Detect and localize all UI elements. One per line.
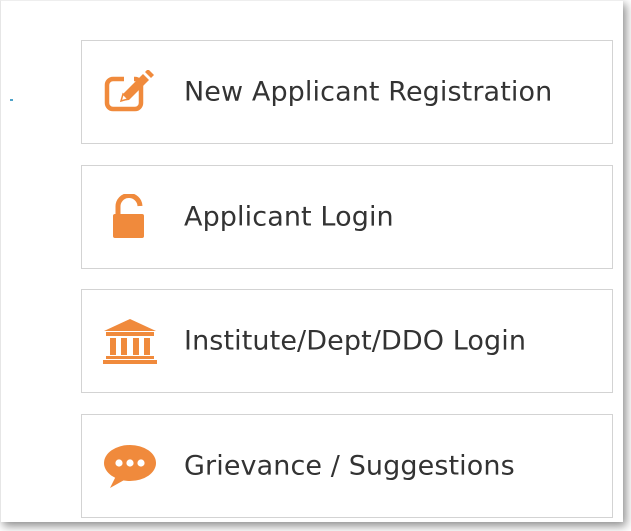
grievance-suggestions-button[interactable]: Grievance / Suggestions [81,414,613,518]
applicant-login-label: Applicant Login [184,201,394,233]
login-menu-panel: New Applicant Registration Applicant Log… [0,0,623,522]
edge-marker [10,99,13,101]
institute-dept-ddo-login-button[interactable]: Institute/Dept/DDO Login [81,289,613,393]
applicant-login-button[interactable]: Applicant Login [81,165,613,269]
chat-bubble-icon [100,440,160,492]
institution-icon [100,315,160,367]
unlock-icon [100,191,160,243]
institute-dept-ddo-login-label: Institute/Dept/DDO Login [184,325,527,357]
new-applicant-registration-button[interactable]: New Applicant Registration [81,40,613,144]
grievance-suggestions-label: Grievance / Suggestions [184,450,515,482]
edit-icon [100,66,160,118]
new-applicant-registration-label: New Applicant Registration [184,76,553,108]
